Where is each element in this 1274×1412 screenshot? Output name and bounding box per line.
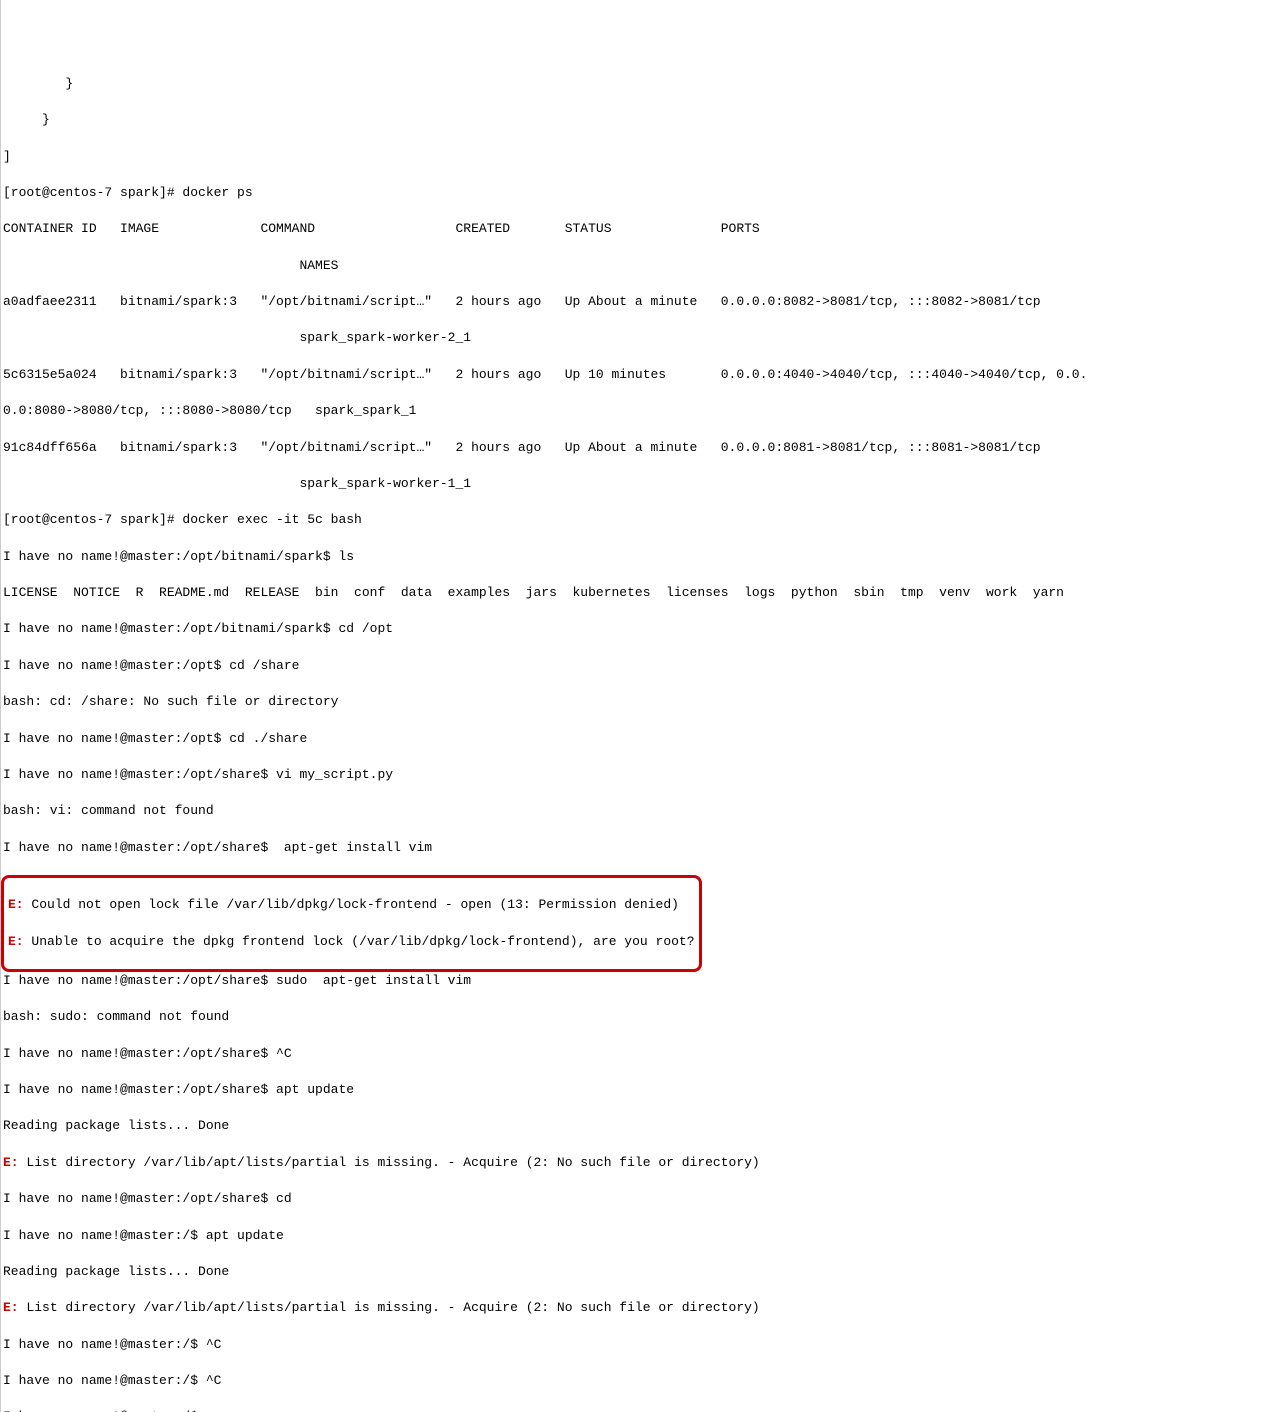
- error-text: List directory /var/lib/apt/lists/partia…: [19, 1300, 760, 1315]
- docker-ps-header-names: NAMES: [3, 257, 1272, 275]
- docker-container-name: spark_spark-worker-2_1: [3, 329, 1272, 347]
- shell-prompt[interactable]: I have no name!@master:/opt/share$ apt-g…: [3, 839, 1272, 857]
- docker-container-row: 91c84dff656a bitnami/spark:3 "/opt/bitna…: [3, 439, 1272, 457]
- bash-error: bash: cd: /share: No such file or direct…: [3, 693, 1272, 711]
- code-line: ]: [3, 148, 1272, 166]
- apt-error: E: List directory /var/lib/apt/lists/par…: [3, 1299, 1272, 1317]
- shell-prompt[interactable]: I have no name!@master:/opt/share$ vi my…: [3, 766, 1272, 784]
- docker-container-row: a0adfaee2311 bitnami/spark:3 "/opt/bitna…: [3, 293, 1272, 311]
- error-text: Unable to acquire the dpkg frontend lock…: [24, 934, 695, 949]
- shell-prompt[interactable]: I have no name!@master:/opt/share$ ^C: [3, 1045, 1272, 1063]
- shell-prompt[interactable]: I have no name!@master:/opt/share$ cd: [3, 1190, 1272, 1208]
- code-line: }: [3, 111, 1272, 129]
- docker-container-row: 5c6315e5a024 bitnami/spark:3 "/opt/bitna…: [3, 366, 1272, 384]
- shell-prompt[interactable]: I have no name!@master:/$ ~: [3, 1408, 1272, 1412]
- shell-prompt[interactable]: I have no name!@master:/opt/share$ sudo …: [3, 972, 1272, 990]
- ls-output: LICENSE NOTICE R README.md RELEASE bin c…: [3, 584, 1272, 602]
- apt-output: Reading package lists... Done: [3, 1117, 1272, 1135]
- shell-prompt[interactable]: I have no name!@master:/$ ^C: [3, 1336, 1272, 1354]
- docker-container-name: spark_spark-worker-1_1: [3, 475, 1272, 493]
- shell-prompt[interactable]: I have no name!@master:/opt$ cd /share: [3, 657, 1272, 675]
- error-prefix: E:: [8, 897, 24, 912]
- shell-prompt[interactable]: I have no name!@master:/opt/share$ apt u…: [3, 1081, 1272, 1099]
- error-prefix: E:: [3, 1300, 19, 1315]
- code-line: }: [3, 75, 1272, 93]
- error-text: Could not open lock file /var/lib/dpkg/l…: [24, 897, 679, 912]
- shell-prompt[interactable]: [root@centos-7 spark]# docker ps: [3, 184, 1272, 202]
- error-prefix: E:: [8, 934, 24, 949]
- shell-prompt[interactable]: I have no name!@master:/opt/bitnami/spar…: [3, 548, 1272, 566]
- error-prefix: E:: [3, 1155, 19, 1170]
- error-text: List directory /var/lib/apt/lists/partia…: [19, 1155, 760, 1170]
- apt-error: E: List directory /var/lib/apt/lists/par…: [3, 1154, 1272, 1172]
- docker-container-name: 0.0:8080->8080/tcp, :::8080->8080/tcp sp…: [3, 402, 1272, 420]
- shell-prompt[interactable]: [root@centos-7 spark]# docker exec -it 5…: [3, 511, 1272, 529]
- shell-prompt[interactable]: I have no name!@master:/$ apt update: [3, 1227, 1272, 1245]
- shell-prompt[interactable]: I have no name!@master:/opt$ cd ./share: [3, 730, 1272, 748]
- shell-prompt[interactable]: I have no name!@master:/opt/bitnami/spar…: [3, 620, 1272, 638]
- bash-error: bash: vi: command not found: [3, 802, 1272, 820]
- apt-error: E: Unable to acquire the dpkg frontend l…: [8, 933, 695, 951]
- error-highlight-box: E: Could not open lock file /var/lib/dpk…: [1, 875, 702, 972]
- apt-output: Reading package lists... Done: [3, 1263, 1272, 1281]
- bash-error: bash: sudo: command not found: [3, 1008, 1272, 1026]
- docker-ps-header: CONTAINER ID IMAGE COMMAND CREATED STATU…: [3, 220, 1272, 238]
- apt-error: E: Could not open lock file /var/lib/dpk…: [8, 896, 695, 914]
- shell-prompt[interactable]: I have no name!@master:/$ ^C: [3, 1372, 1272, 1390]
